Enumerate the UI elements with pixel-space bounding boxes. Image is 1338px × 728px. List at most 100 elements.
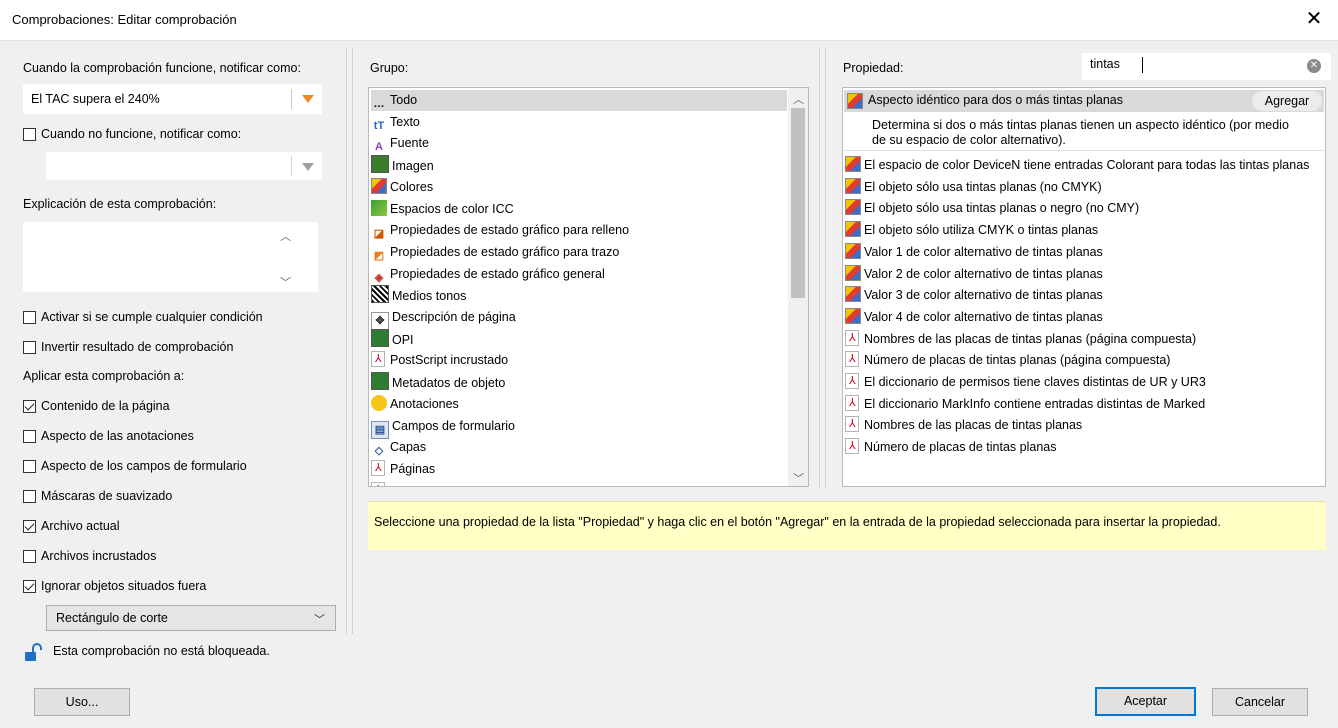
colors-icon bbox=[845, 156, 861, 172]
ellipsis-icon: … bbox=[373, 98, 385, 110]
group-list[interactable]: … Todo tT Texto A Fuente Imagen Colores Espacios… bbox=[368, 87, 809, 487]
property-description: Determina si dos o más tintas planas tie… bbox=[872, 118, 1289, 147]
group-item[interactable]: ◈ Propiedades de estado gráfico general bbox=[371, 264, 787, 285]
ok-button[interactable]: Aceptar bbox=[1095, 687, 1196, 716]
option-checkbox[interactable] bbox=[23, 460, 36, 473]
notify-combo-value: El TAC supera el 240% bbox=[31, 92, 160, 106]
group-item-label: Todo bbox=[390, 93, 418, 107]
use-button[interactable]: Uso... bbox=[34, 688, 130, 716]
group-scrollbar[interactable]: ︿ ﹀ bbox=[788, 88, 808, 486]
option-checkbox[interactable] bbox=[23, 580, 36, 593]
option-label: Aspecto de las anotaciones bbox=[41, 429, 194, 443]
cancel-button[interactable]: Cancelar bbox=[1212, 688, 1308, 716]
property-item[interactable]: El espacio de color DeviceN tiene entrad… bbox=[845, 155, 1323, 176]
no-work-label: Cuando no funcione, notificar como: bbox=[41, 127, 242, 141]
postscript-icon bbox=[371, 351, 387, 368]
property-label: Propiedad: bbox=[843, 61, 904, 75]
group-item-label: Páginas bbox=[390, 461, 436, 476]
pdf-page-icon bbox=[371, 459, 387, 476]
group-item-label: Documento bbox=[390, 484, 454, 486]
group-item[interactable]: … Todo bbox=[371, 90, 787, 111]
property-item[interactable]: Valor 2 de color alternativo de tintas p… bbox=[845, 264, 1323, 285]
property-item[interactable]: El objeto sólo usa tintas planas o negro… bbox=[845, 198, 1323, 219]
middle-column-divider-2 bbox=[825, 48, 826, 488]
group-item[interactable]: Páginas bbox=[371, 459, 787, 480]
property-item-label: Valor 3 de color alternativo de tintas p… bbox=[864, 288, 1103, 303]
window-title: Comprobaciones: Editar comprobación bbox=[12, 12, 237, 27]
middle-column-divider bbox=[819, 48, 820, 488]
property-item[interactable]: El diccionario de permisos tiene claves … bbox=[845, 372, 1323, 393]
any-condition-checkbox[interactable] bbox=[23, 311, 36, 324]
invert-checkbox[interactable] bbox=[23, 341, 36, 354]
chevron-down-icon[interactable] bbox=[302, 95, 314, 103]
clear-search-icon[interactable]: ✕ bbox=[1307, 59, 1321, 73]
property-item[interactable]: El objeto sólo utiliza CMYK o tintas pla… bbox=[845, 220, 1323, 241]
explanation-textarea[interactable]: ︿ ﹀ bbox=[23, 222, 322, 292]
explanation-scrollbar[interactable]: ︿ ﹀ bbox=[277, 224, 294, 290]
property-item[interactable]: El objeto sólo usa tintas planas (no CMY… bbox=[845, 177, 1323, 198]
property-item[interactable]: Valor 3 de color alternativo de tintas p… bbox=[845, 285, 1323, 306]
group-item[interactable]: ◪ Propiedades de estado gráfico para rell… bbox=[371, 220, 787, 241]
group-item[interactable]: Colores bbox=[371, 177, 787, 198]
page-description-icon: ✥ bbox=[371, 312, 389, 330]
chevron-down-icon[interactable]: ﹀ bbox=[314, 611, 325, 627]
colors-icon bbox=[845, 199, 861, 216]
property-selected-header[interactable]: Aspecto idéntico para dos o más tintas p… bbox=[844, 90, 1324, 112]
box-select-value: Rectángulo de corte bbox=[56, 611, 168, 625]
property-item[interactable]: Número de placas de tintas planas bbox=[845, 437, 1323, 458]
group-item[interactable]: Metadatos de objeto bbox=[371, 372, 787, 393]
box-select[interactable]: Rectángulo de corte ﹀ bbox=[46, 605, 336, 631]
property-list[interactable]: Aspecto idéntico para dos o más tintas p… bbox=[842, 87, 1326, 487]
group-item[interactable]: A Fuente bbox=[371, 133, 787, 154]
group-item[interactable]: Medios tonos bbox=[371, 285, 787, 306]
group-item[interactable]: Espacios de color ICC bbox=[371, 199, 787, 220]
property-selected-entry[interactable]: Aspecto idéntico para dos o más tintas p… bbox=[844, 90, 1324, 151]
group-item[interactable]: OPI bbox=[371, 328, 787, 350]
option-checkbox[interactable] bbox=[23, 400, 36, 413]
any-condition-label: Activar si se cumple cualquier condición bbox=[41, 310, 263, 324]
property-item[interactable]: El diccionario MarkInfo contiene entrada… bbox=[845, 394, 1323, 415]
property-item[interactable]: Valor 1 de color alternativo de tintas p… bbox=[845, 242, 1323, 263]
scroll-up-icon[interactable]: ︿ bbox=[277, 228, 294, 244]
property-item[interactable]: Nombres de las placas de tintas planas bbox=[845, 415, 1323, 436]
add-button[interactable]: Agregar bbox=[1252, 91, 1322, 111]
group-item[interactable]: tT Texto bbox=[371, 112, 787, 133]
group-item[interactable]: ◇ Capas bbox=[371, 437, 787, 458]
scroll-thumb[interactable] bbox=[791, 108, 805, 298]
no-work-checkbox[interactable] bbox=[23, 128, 36, 141]
option-checkbox[interactable] bbox=[23, 550, 36, 563]
group-item-label: OPI bbox=[392, 332, 414, 347]
document-icon bbox=[845, 373, 861, 389]
no-work-combo[interactable] bbox=[46, 152, 322, 180]
property-item[interactable]: Valor 4 de color alternativo de tintas p… bbox=[845, 307, 1323, 328]
group-item[interactable]: PostScript incrustado bbox=[371, 350, 787, 371]
group-item[interactable]: ◩ Propiedades de estado gráfico para traz… bbox=[371, 242, 787, 263]
document-icon bbox=[845, 394, 861, 411]
option-checkbox[interactable] bbox=[23, 520, 36, 533]
colors-icon bbox=[371, 177, 387, 194]
colors-icon bbox=[845, 264, 861, 281]
image-icon bbox=[371, 155, 389, 174]
chevron-down-icon[interactable] bbox=[302, 163, 314, 171]
option-checkbox[interactable] bbox=[23, 430, 36, 443]
group-item[interactable]: ✥ Descripción de página bbox=[371, 307, 787, 330]
scroll-down-icon[interactable]: ﹀ bbox=[790, 470, 807, 486]
property-search-input[interactable]: tintas ✕ bbox=[1082, 53, 1331, 80]
notify-combo[interactable]: El TAC supera el 240% bbox=[23, 84, 322, 114]
property-item[interactable]: Nombres de las placas de tintas planas (… bbox=[845, 329, 1323, 350]
scroll-up-icon[interactable]: ︿ bbox=[790, 91, 807, 107]
document-icon bbox=[845, 438, 861, 455]
option-checkbox[interactable] bbox=[23, 490, 36, 503]
group-item[interactable]: Imagen bbox=[371, 155, 787, 176]
combo-divider bbox=[291, 156, 292, 176]
property-item-label: El objeto sólo usa tintas planas o negro… bbox=[864, 201, 1140, 216]
option-label: Archivos incrustados bbox=[41, 549, 157, 563]
close-icon[interactable]: ✕ bbox=[1302, 8, 1326, 32]
group-item-label: Campos de formulario bbox=[392, 418, 515, 433]
scroll-down-icon[interactable]: ﹀ bbox=[277, 274, 294, 290]
group-item[interactable]: ▤ Campos de formulario bbox=[371, 416, 787, 439]
colors-icon bbox=[847, 93, 863, 109]
group-item[interactable]: Documento bbox=[371, 481, 787, 486]
property-item[interactable]: Número de placas de tintas planas (págin… bbox=[845, 350, 1323, 371]
group-item[interactable]: Anotaciones bbox=[371, 394, 787, 415]
